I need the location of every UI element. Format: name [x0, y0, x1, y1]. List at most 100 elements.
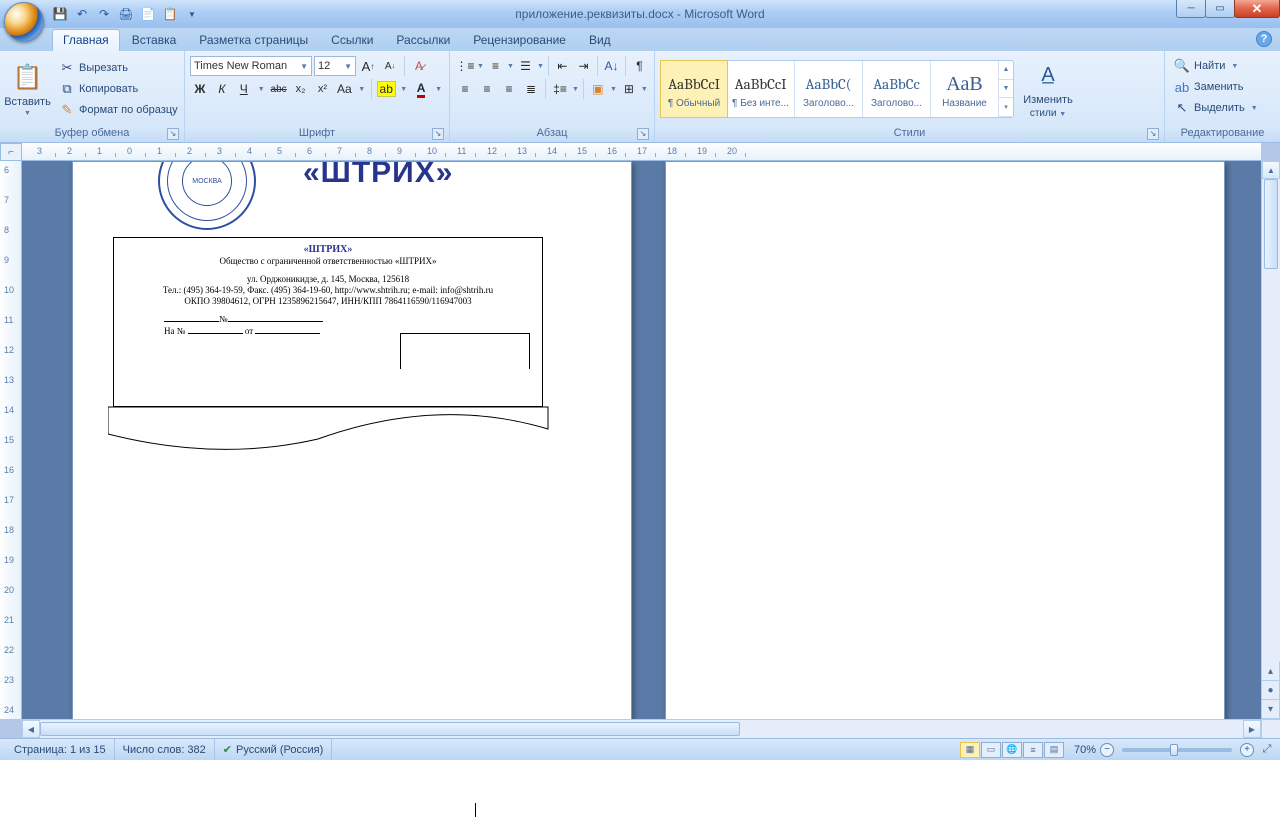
- show-marks-button[interactable]: ¶: [630, 56, 649, 76]
- clear-format-button[interactable]: A̷: [409, 56, 429, 76]
- chevron-down-icon[interactable]: ▼: [477, 63, 484, 70]
- tab-references[interactable]: Ссылки: [320, 29, 384, 51]
- chevron-down-icon[interactable]: ▼: [641, 86, 648, 93]
- maximize-button[interactable]: ▭: [1205, 0, 1235, 18]
- style-nospacing[interactable]: AaBbCcI¶ Без инте...: [727, 61, 795, 117]
- chevron-up-icon[interactable]: ▲: [999, 61, 1013, 80]
- chevron-down-icon[interactable]: ▼: [398, 86, 409, 93]
- tab-insert[interactable]: Вставка: [121, 29, 188, 51]
- prev-page-button[interactable]: ▴: [1261, 662, 1280, 681]
- zoom-slider[interactable]: [1122, 748, 1232, 752]
- paste-button[interactable]: 📋 Вставить ▼: [5, 55, 50, 123]
- status-page[interactable]: Страница: 1 из 15: [6, 739, 115, 760]
- styles-gallery[interactable]: AaBbCcI¶ Обычный AaBbCcI¶ Без инте... Aa…: [660, 60, 1014, 118]
- chevron-down-icon[interactable]: ▼: [537, 63, 544, 70]
- view-outline[interactable]: ≡: [1023, 742, 1043, 758]
- numbering-button[interactable]: ≡: [486, 56, 505, 76]
- find-button[interactable]: 🔍Найти▼: [1170, 56, 1275, 76]
- subscript-button[interactable]: x₂: [291, 79, 311, 99]
- scroll-track[interactable]: [1262, 179, 1280, 701]
- redo-icon[interactable]: ↷: [96, 6, 112, 22]
- horizontal-ruler[interactable]: 32101234567891011121314151617181920: [22, 143, 1261, 161]
- bullets-button[interactable]: ⋮≡: [455, 56, 475, 76]
- shading-button[interactable]: ▣: [588, 79, 608, 99]
- change-case-button[interactable]: Aa: [334, 79, 354, 99]
- help-button[interactable]: ?: [1256, 31, 1272, 47]
- bold-button[interactable]: Ж: [190, 79, 210, 99]
- style-heading1[interactable]: AaBbC(Заголово...: [795, 61, 863, 117]
- tab-selector[interactable]: ⌐: [0, 143, 22, 161]
- chevron-down-icon[interactable]: ▼: [610, 86, 617, 93]
- scroll-thumb[interactable]: [1264, 179, 1278, 269]
- font-launcher[interactable]: ↘: [432, 128, 444, 140]
- align-justify-button[interactable]: ≣: [521, 79, 541, 99]
- chevron-down-icon[interactable]: ▼: [507, 63, 514, 70]
- strike-button[interactable]: abc: [269, 79, 289, 99]
- vertical-scrollbar[interactable]: ▲ ▼: [1261, 161, 1280, 719]
- view-web[interactable]: 🌐: [1002, 742, 1022, 758]
- replace-button[interactable]: abЗаменить: [1170, 77, 1275, 97]
- font-family-combo[interactable]: Times New Roman▼: [190, 56, 312, 76]
- shrink-font-button[interactable]: A↓: [380, 56, 400, 76]
- style-title[interactable]: АаВНазвание: [931, 61, 999, 117]
- zoom-knob[interactable]: [1170, 744, 1178, 756]
- view-print-layout[interactable]: ▦: [960, 742, 980, 758]
- align-right-button[interactable]: ≡: [499, 79, 519, 99]
- gallery-expand-icon[interactable]: ▾: [999, 98, 1013, 117]
- office-button[interactable]: [4, 2, 44, 42]
- borders-button[interactable]: ⊞: [619, 79, 639, 99]
- tab-review[interactable]: Рецензирование: [462, 29, 577, 51]
- scroll-left-button[interactable]: ◀: [22, 720, 40, 738]
- undo-icon[interactable]: ↶: [74, 6, 90, 22]
- align-left-button[interactable]: ≡: [455, 79, 475, 99]
- view-full-reading[interactable]: ▭: [981, 742, 1001, 758]
- qat-print-icon[interactable]: 🖨: [118, 6, 134, 22]
- document-area[interactable]: МОСКВА «ШТРИХ» «ШТРИХ» Общество с ограни…: [22, 161, 1261, 719]
- status-language[interactable]: ✔Русский (Россия): [215, 739, 333, 760]
- qat-dropdown-icon[interactable]: ▼: [184, 6, 200, 22]
- style-normal[interactable]: AaBbCcI¶ Обычный: [660, 60, 728, 118]
- clipboard-launcher[interactable]: ↘: [167, 128, 179, 140]
- zoom-fit-button[interactable]: ⤢: [1260, 743, 1274, 756]
- qat-new-icon[interactable]: 📄: [140, 6, 156, 22]
- font-size-combo[interactable]: 12▼: [314, 56, 356, 76]
- chevron-down-icon[interactable]: ▼: [999, 80, 1013, 99]
- chevron-down-icon[interactable]: ▼: [572, 86, 579, 93]
- h-scroll-track[interactable]: [40, 720, 1243, 738]
- paragraph-launcher[interactable]: ↘: [637, 128, 649, 140]
- increase-indent-button[interactable]: ⇥: [574, 56, 593, 76]
- next-page-button[interactable]: ▾: [1261, 700, 1280, 719]
- chevron-down-icon[interactable]: ▼: [433, 86, 444, 93]
- styles-launcher[interactable]: ↘: [1147, 128, 1159, 140]
- decrease-indent-button[interactable]: ⇤: [553, 56, 572, 76]
- copy-button[interactable]: ⧉Копировать: [55, 79, 182, 99]
- scroll-up-button[interactable]: ▲: [1262, 161, 1280, 179]
- browse-object-button[interactable]: ●: [1261, 681, 1280, 700]
- close-button[interactable]: ✕: [1234, 0, 1280, 18]
- minimize-button[interactable]: ─: [1176, 0, 1206, 18]
- tab-mailings[interactable]: Рассылки: [385, 29, 461, 51]
- scroll-right-button[interactable]: ▶: [1243, 720, 1261, 738]
- tab-layout[interactable]: Разметка страницы: [188, 29, 319, 51]
- format-painter-button[interactable]: ✎Формат по образцу: [55, 100, 182, 120]
- line-spacing-button[interactable]: ‡≡: [550, 79, 570, 99]
- sort-button[interactable]: A↓: [602, 56, 621, 76]
- qat-copy-icon[interactable]: 📋: [162, 6, 178, 22]
- status-wordcount[interactable]: Число слов: 382: [115, 739, 215, 760]
- vertical-ruler[interactable]: 678910111213141516171819202122232425: [0, 161, 22, 719]
- tab-home[interactable]: Главная: [52, 29, 120, 51]
- multilevel-button[interactable]: ☰: [516, 56, 535, 76]
- zoom-out-button[interactable]: −: [1100, 743, 1114, 757]
- h-scroll-thumb[interactable]: [40, 722, 740, 736]
- tab-view[interactable]: Вид: [578, 29, 622, 51]
- change-styles-button[interactable]: A̲ Изменить стили ▼: [1018, 55, 1078, 123]
- styles-more[interactable]: ▲▼▾: [999, 61, 1013, 117]
- font-color-button[interactable]: A: [411, 79, 431, 99]
- underline-button[interactable]: Ч: [234, 79, 254, 99]
- chevron-down-icon[interactable]: ▼: [356, 86, 367, 93]
- zoom-level[interactable]: 70%: [1064, 739, 1100, 760]
- italic-button[interactable]: К: [212, 79, 232, 99]
- chevron-down-icon[interactable]: ▼: [256, 86, 267, 93]
- superscript-button[interactable]: x²: [312, 79, 332, 99]
- zoom-in-button[interactable]: +: [1240, 743, 1254, 757]
